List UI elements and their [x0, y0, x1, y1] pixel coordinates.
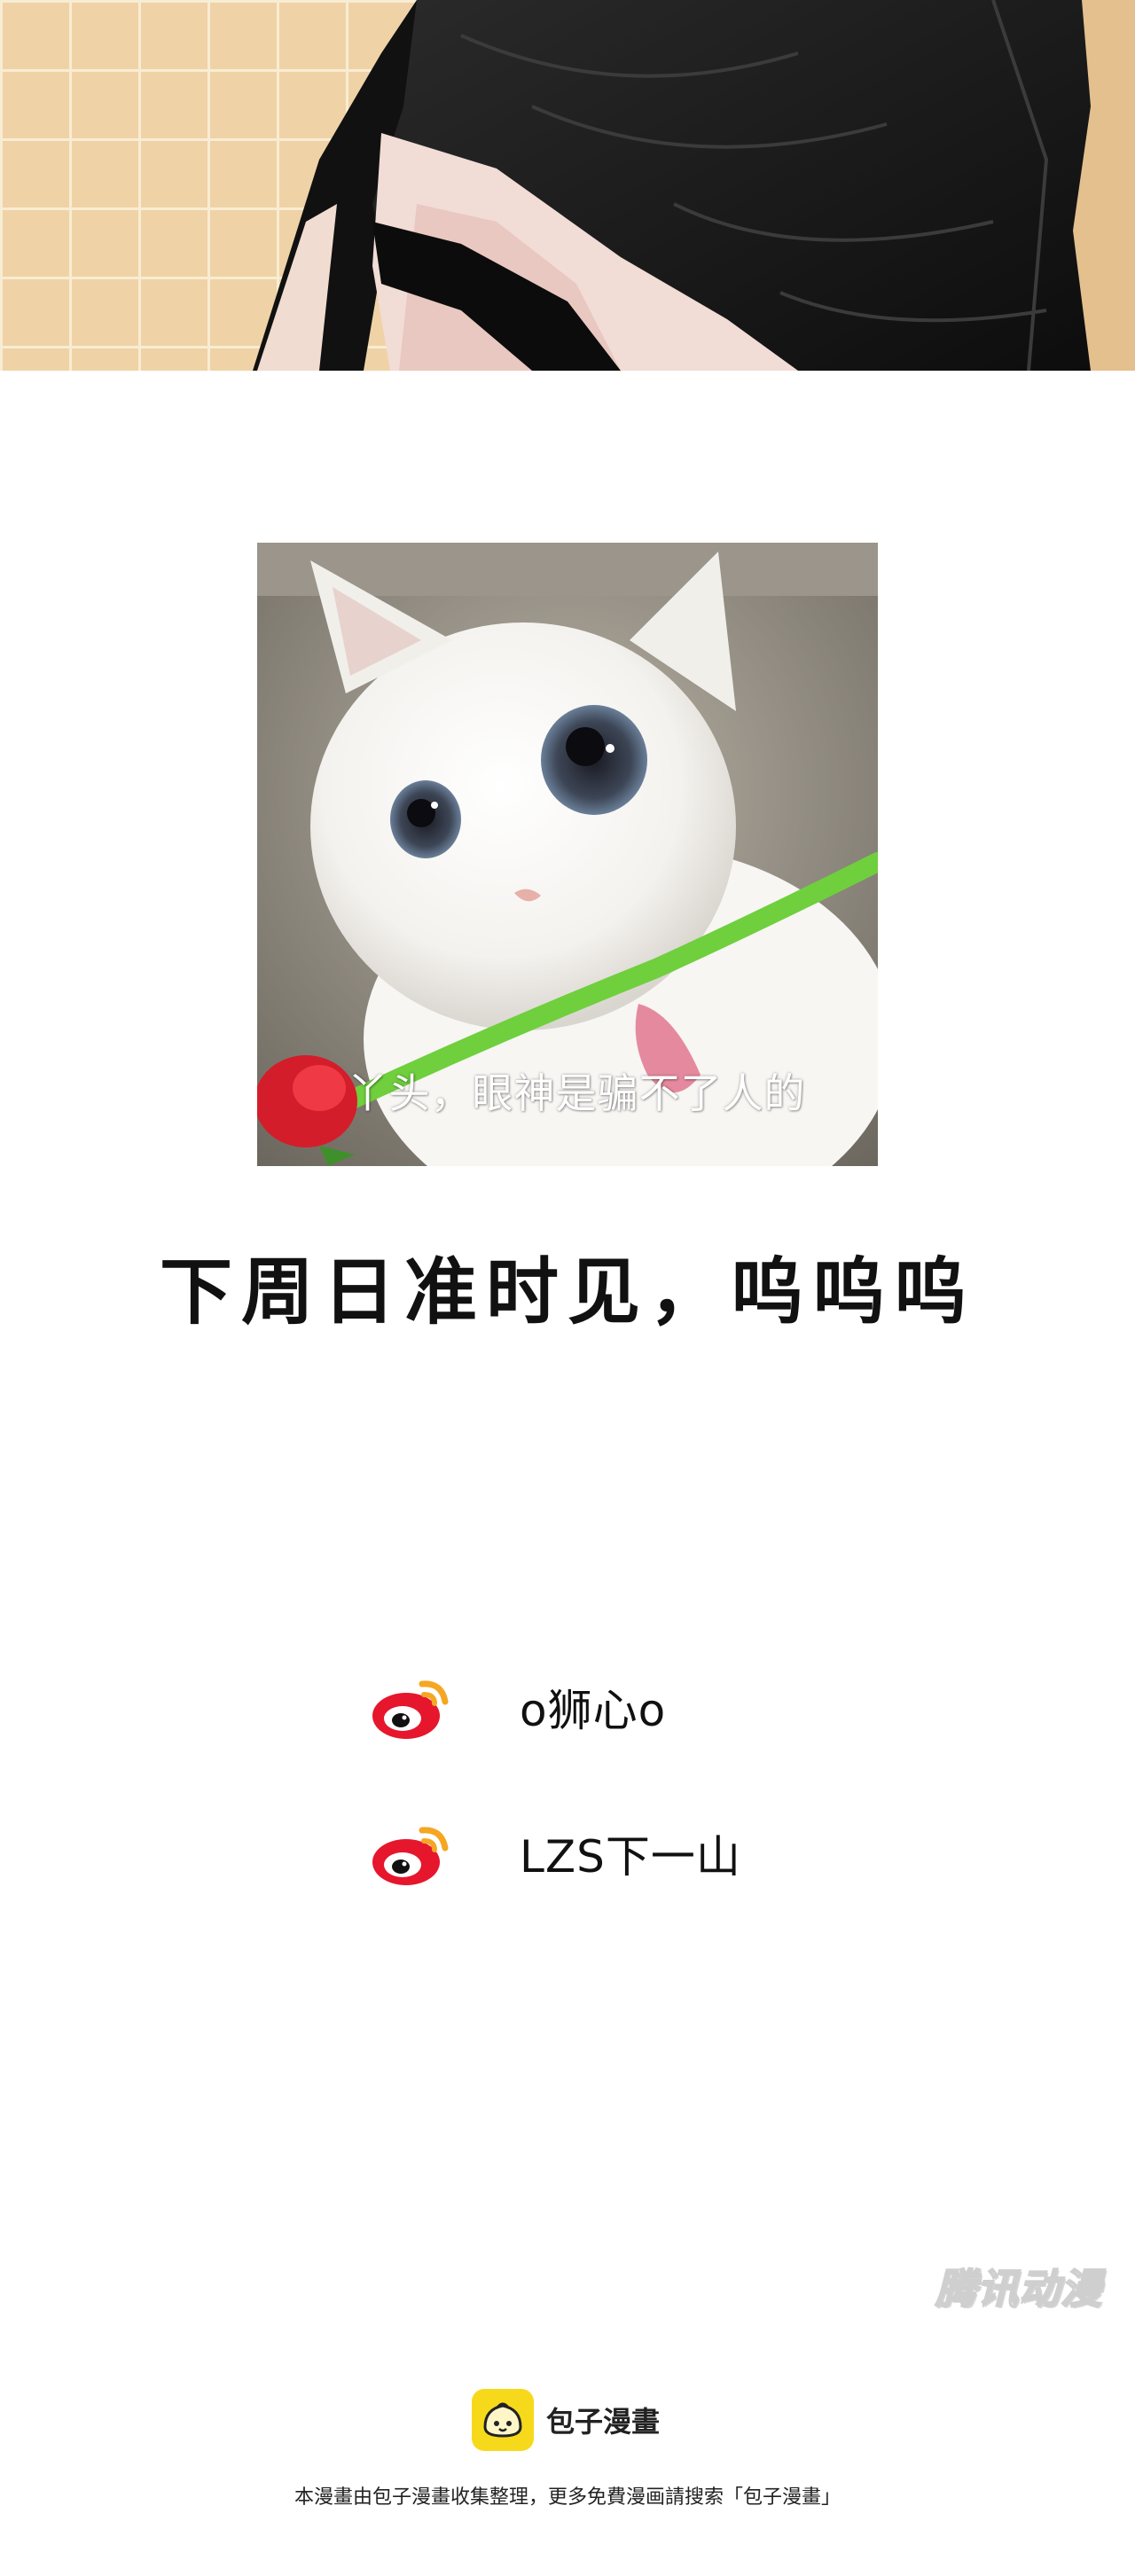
weibo-icon — [372, 1680, 449, 1739]
credit-name: o狮心o — [520, 1685, 667, 1736]
cat-meme-image: 丫头，眼神是骗不了人的 — [257, 543, 878, 1166]
footer-note: 本漫畫由包子漫畫收集整理，更多免費漫画請搜索「包子漫畫」 — [294, 2486, 841, 2509]
footer-logo-text: 包子漫畫 — [546, 2405, 661, 2439]
manga-panel-illustration — [0, 0, 1135, 371]
footer-logo[interactable]: 包子漫畫 — [472, 2389, 660, 2451]
credit-name: LZS下一山 — [520, 1831, 741, 1883]
watermark-logo: 腾讯动漫 — [935, 2264, 1102, 2314]
meme-caption: 丫头，眼神是骗不了人的 — [347, 1069, 806, 1117]
bun-logo-icon — [472, 2389, 534, 2451]
weibo-icon — [372, 1827, 449, 1885]
credit-item[interactable]: o狮心o — [371, 1667, 666, 1747]
credit-item[interactable]: LZS下一山 — [371, 1813, 741, 1893]
manga-panel-top — [0, 0, 1135, 371]
message-text: 下周日准时见，呜呜呜 — [159, 1250, 975, 1335]
